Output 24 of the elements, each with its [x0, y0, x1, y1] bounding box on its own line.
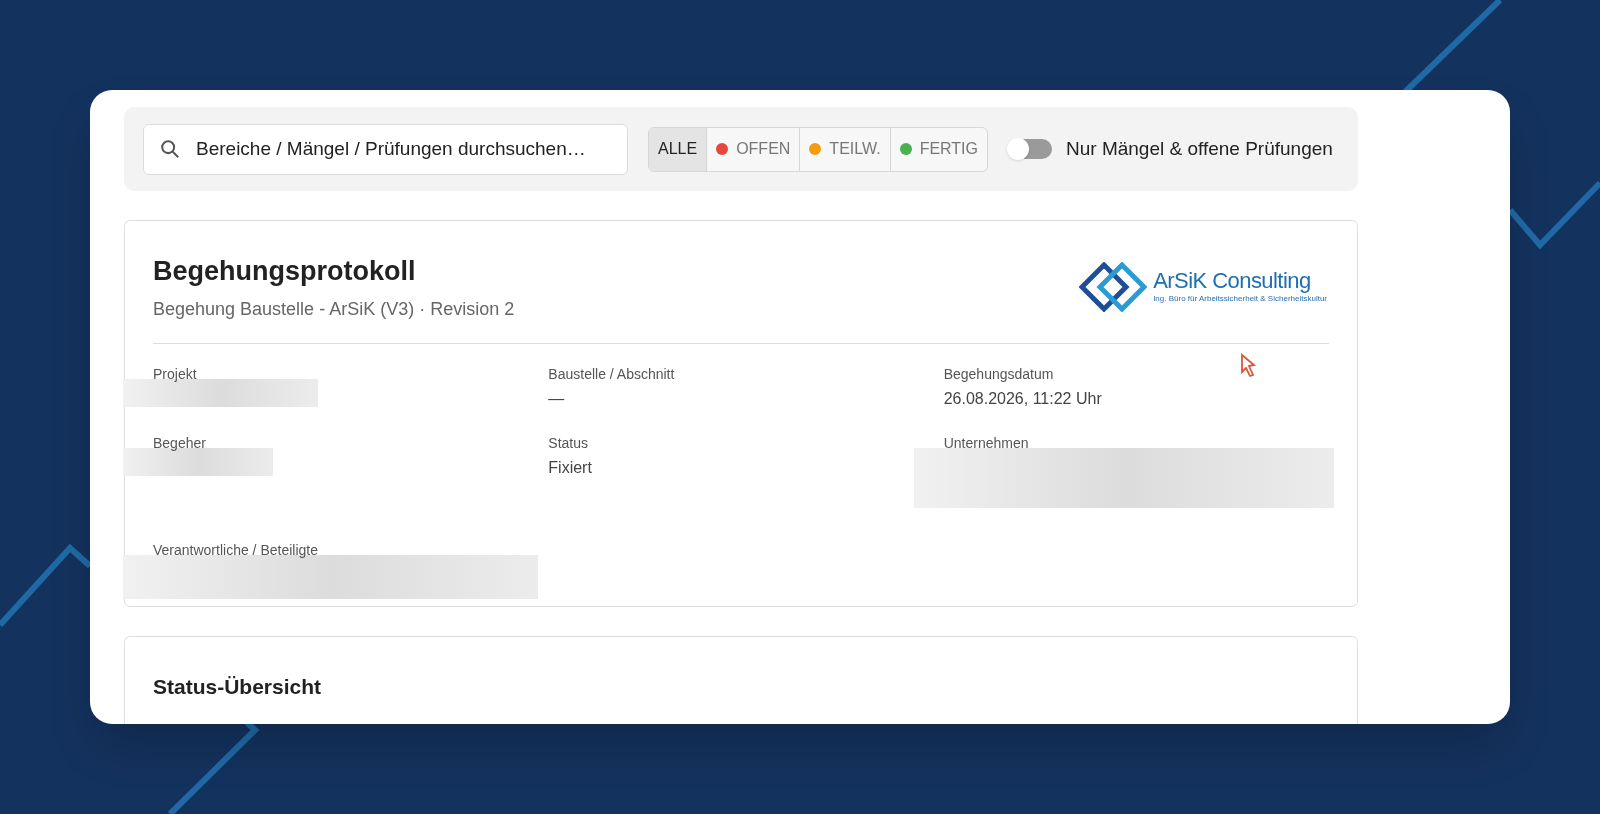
toggle-label: Nur Mängel & offene Prüfungen: [1066, 136, 1333, 161]
protocol-subtitle: Begehung Baustelle - ArSiK (V3) · Revision 2: [153, 297, 515, 321]
protocol-title: Begehungsprotokoll: [153, 255, 417, 288]
filter-tab[interactable]: ALLE: [649, 127, 707, 171]
field-value: Fixiert: [548, 457, 593, 478]
overview-title: Status-Übersicht: [153, 674, 323, 700]
filter-tab[interactable]: OFFEN: [706, 127, 800, 171]
field-label: Unternehmen: [943, 433, 1029, 453]
logo-name: ArSiK Consulting: [1153, 270, 1312, 293]
field-label: Verantwortliche / Beteiligte: [153, 540, 318, 560]
logo-tagline: Ing. Büro für Arbeitssicherheit & Sicherheitskultur: [1153, 295, 1327, 304]
field-label: Projekt: [153, 364, 197, 384]
filter-tab[interactable]: TEILW.: [799, 127, 890, 171]
toggle-switch[interactable]: [1008, 139, 1052, 159]
field-label: Begeher: [153, 433, 206, 453]
field-label: Baustelle / Abschnitt: [548, 364, 675, 384]
field-label: Begehungsdatum: [943, 364, 1054, 384]
filter-tab[interactable]: FERTIG: [889, 127, 987, 171]
search-icon: [159, 137, 181, 160]
search-field[interactable]: Bereiche / Mängel / Prüfungen durchsuchen…: [143, 123, 628, 175]
logo-icon: [1079, 261, 1148, 312]
field-label: Status: [548, 433, 589, 453]
field-value: 26.08.2026, 11:22 Uhr: [943, 388, 1103, 409]
field-value: —: [548, 388, 566, 409]
